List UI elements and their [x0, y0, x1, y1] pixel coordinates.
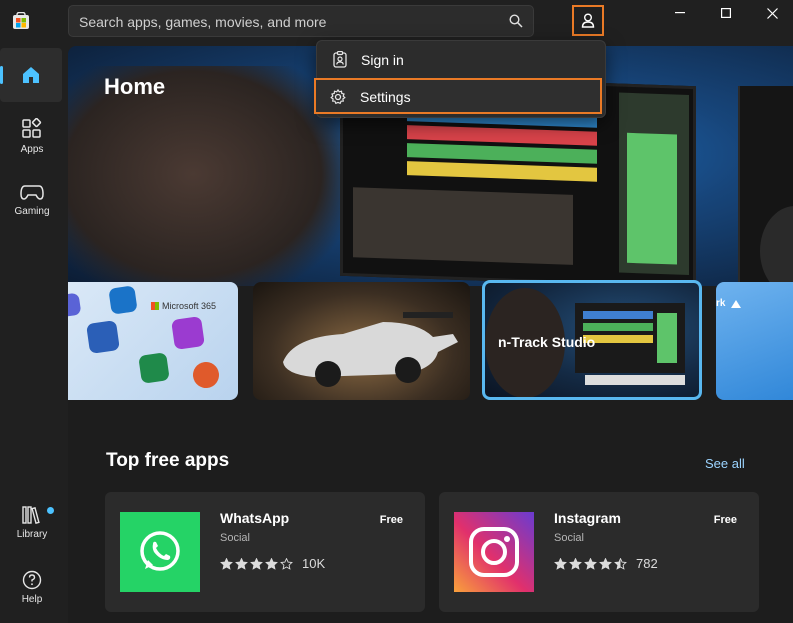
app-name: Instagram [554, 510, 621, 526]
star-icon [584, 557, 597, 570]
sidebar: Apps Gaming Library Help [0, 0, 64, 623]
minimize-button[interactable] [657, 4, 703, 22]
word-icon [86, 320, 120, 354]
account-dropdown-menu: Sign in Settings [314, 40, 606, 118]
teams-icon [68, 292, 82, 318]
search-placeholder: Search apps, games, movies, and more [79, 14, 327, 30]
maximize-icon [721, 8, 731, 18]
section-title: Top free apps [106, 450, 230, 471]
app-category: Social [554, 532, 584, 544]
menu-item-settings[interactable]: Settings [314, 78, 602, 114]
price-badge: Free [379, 514, 403, 526]
apps-icon [22, 118, 42, 138]
page-title: Home [104, 74, 166, 99]
close-button[interactable] [749, 4, 793, 22]
account-button[interactable] [572, 5, 604, 36]
library-icon [22, 506, 40, 524]
app-rating: 782 [554, 556, 658, 571]
brand-logo-icon [731, 300, 741, 308]
carousel-card-n-track-studio[interactable]: n-Track Studio [482, 280, 702, 400]
rating-count: 10K [302, 556, 326, 571]
excel-icon [138, 352, 170, 384]
sidebar-item-help[interactable]: Help [0, 570, 64, 605]
app-rating: 10K [220, 556, 325, 571]
star-icon [265, 557, 278, 570]
account-icon [581, 13, 595, 28]
search-input[interactable]: Search apps, games, movies, and more [68, 5, 534, 37]
sidebar-item-home[interactable] [0, 48, 64, 102]
sidebar-item-library[interactable]: Library [0, 505, 64, 540]
app-category: Social [220, 532, 250, 544]
menu-item-label: Sign in [361, 52, 404, 68]
carousel-card-racing-game[interactable] [253, 282, 470, 400]
sidebar-item-gaming[interactable]: Gaming [0, 182, 64, 217]
microsoft-logo-icon [151, 302, 159, 310]
sidebar-item-label: Gaming [14, 206, 50, 217]
see-all-link[interactable]: See all [705, 456, 745, 471]
carousel-card-label: Microsoft 365 [162, 301, 217, 311]
minimize-icon [675, 12, 685, 14]
main-content: Home Microsoft 365 n-Track Studio rk Top… [68, 46, 793, 623]
star-icon [220, 557, 233, 570]
outlook-icon [108, 285, 138, 315]
gear-icon [330, 89, 346, 105]
carousel-card-label: n-Track Studio [498, 334, 596, 350]
home-icon [23, 67, 39, 83]
carousel-card-next[interactable]: rk [716, 282, 793, 400]
carousel-card-microsoft-365[interactable]: Microsoft 365 [68, 282, 238, 400]
star-icon [250, 557, 263, 570]
star-rating [220, 557, 295, 570]
star-icon [280, 557, 293, 570]
sidebar-item-label: Help [21, 594, 43, 605]
sidebar-item-label: Apps [20, 144, 44, 155]
race-car-image [283, 312, 458, 387]
close-icon [766, 7, 778, 19]
instagram-icon [454, 512, 534, 592]
star-icon [235, 557, 248, 570]
menu-item-sign-in[interactable]: Sign in [317, 43, 605, 75]
store-logo-icon [13, 12, 29, 29]
search-icon[interactable] [509, 14, 523, 28]
carousel-card-label: rk [716, 298, 726, 309]
app-name: WhatsApp [220, 510, 290, 526]
maximize-button[interactable] [703, 4, 749, 22]
sidebar-item-apps[interactable]: Apps [0, 118, 64, 155]
profile-badge-icon [333, 51, 347, 68]
star-icon [614, 557, 627, 570]
star-icon [554, 557, 567, 570]
sidebar-item-label: Library [16, 529, 48, 540]
menu-item-label: Settings [360, 89, 411, 105]
featured-carousel: Microsoft 365 n-Track Studio rk [68, 280, 793, 404]
gaming-icon [20, 185, 44, 200]
selected-indicator [0, 66, 3, 84]
hero-speaker-image [738, 86, 793, 286]
app-card-instagram[interactable]: Instagram Social 782 Free [439, 492, 759, 612]
star-icon [569, 557, 582, 570]
whatsapp-icon [120, 512, 200, 592]
price-badge: Free [713, 514, 737, 526]
notification-dot [47, 507, 54, 514]
rating-count: 782 [636, 556, 658, 571]
star-icon [599, 557, 612, 570]
onenote-icon [171, 316, 205, 350]
star-rating [554, 557, 629, 570]
help-icon [22, 570, 42, 590]
app-card-whatsapp[interactable]: WhatsApp Social 10K Free [105, 492, 425, 612]
powerpoint-icon [191, 360, 221, 390]
